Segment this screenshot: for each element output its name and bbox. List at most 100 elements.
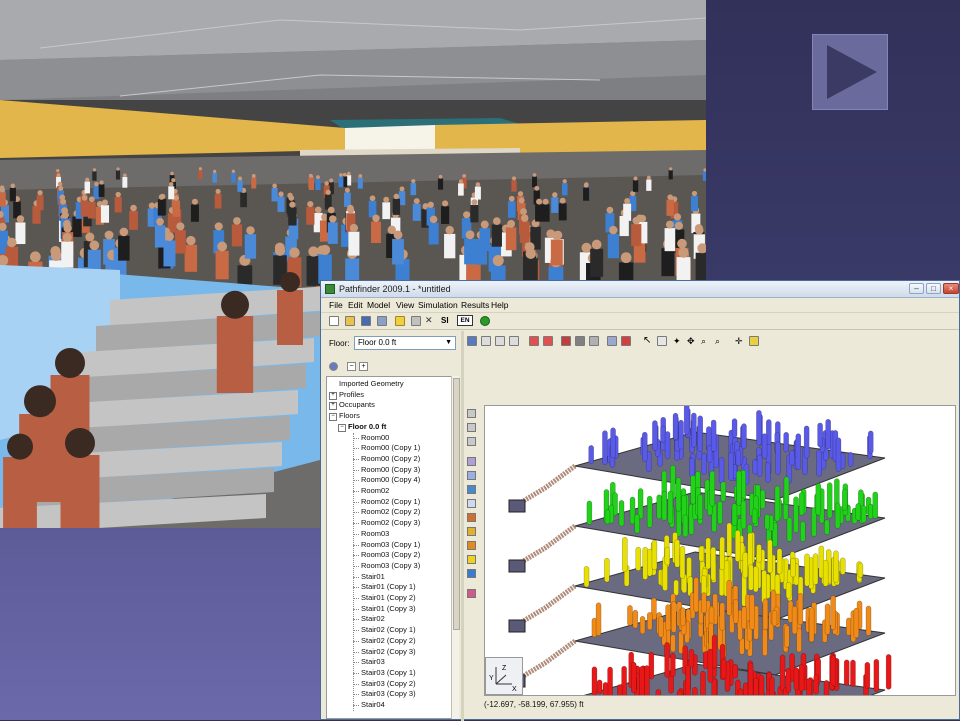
zoom-extents-icon[interactable] xyxy=(749,336,759,346)
tree-item[interactable]: Room00 (Copy 4) xyxy=(361,475,420,484)
room-shape-icon[interactable] xyxy=(467,457,476,466)
save-icon[interactable] xyxy=(361,316,371,326)
expand-toggle-icon[interactable]: + xyxy=(329,402,337,411)
view-top-icon[interactable] xyxy=(481,336,491,346)
occupant-view-icon[interactable] xyxy=(607,336,617,346)
tree-item[interactable]: Room02 (Copy 3) xyxy=(361,518,420,527)
mirror-tool-icon[interactable] xyxy=(467,437,476,446)
group-icon[interactable] xyxy=(467,569,476,578)
tree-item[interactable]: Room00 (Copy 3) xyxy=(361,465,420,474)
filter-icon[interactable] xyxy=(329,362,338,371)
select-cursor-icon[interactable]: ↖ xyxy=(643,336,653,346)
thin-wall-icon[interactable] xyxy=(467,485,476,494)
run-simulation-icon[interactable] xyxy=(480,316,490,326)
tree-item[interactable]: Stair01 (Copy 2) xyxy=(361,593,416,602)
render-mode-icon[interactable] xyxy=(575,336,585,346)
menu-view[interactable]: View xyxy=(396,300,414,310)
redo-icon[interactable] xyxy=(411,316,421,326)
menu-model[interactable]: Model xyxy=(367,300,390,310)
play-button[interactable] xyxy=(812,34,888,110)
rect-room-icon[interactable] xyxy=(467,471,476,480)
close-button[interactable]: × xyxy=(943,283,959,294)
new-file-icon[interactable] xyxy=(329,316,339,326)
menu-edit[interactable]: Edit xyxy=(348,300,363,310)
tree-item[interactable]: Stair03 xyxy=(361,657,385,666)
en-units-button[interactable]: EN xyxy=(457,315,473,326)
tree-item[interactable]: Stair01 (Copy 3) xyxy=(361,604,416,613)
menu-results[interactable]: Results xyxy=(461,300,489,310)
delete-icon[interactable]: ✕ xyxy=(425,316,435,326)
orbit-icon[interactable] xyxy=(657,336,667,346)
occupant-icon[interactable] xyxy=(467,527,476,536)
expand-toggle-icon[interactable]: − xyxy=(329,413,337,422)
walk-icon[interactable]: ✦ xyxy=(673,336,683,346)
wall-tool-icon[interactable] xyxy=(529,336,539,346)
expand-all-icon[interactable]: + xyxy=(359,362,368,371)
import-icon[interactable] xyxy=(377,316,387,326)
tree-scrollbar[interactable] xyxy=(451,376,460,719)
expand-toggle-icon[interactable] xyxy=(329,381,335,387)
wireframe-icon[interactable] xyxy=(589,336,599,346)
tree-item[interactable]: Occupants xyxy=(339,400,375,409)
tree-item[interactable]: Room00 (Copy 2) xyxy=(361,454,420,463)
tree-item[interactable]: Room03 (Copy 1) xyxy=(361,540,420,549)
floor-select[interactable]: Floor 0.0 ft ▼ xyxy=(354,336,456,350)
profile-view-icon[interactable] xyxy=(621,336,631,346)
move-tool-icon[interactable] xyxy=(467,409,476,418)
view-side-icon[interactable] xyxy=(509,336,519,346)
panel-splitter[interactable] xyxy=(461,331,464,721)
zoom-box-icon[interactable]: ⌕ xyxy=(715,336,725,346)
crowd-person-head xyxy=(646,175,651,180)
3d-viewport[interactable]: Z Y X xyxy=(484,405,956,696)
tree-item[interactable]: Profiles xyxy=(339,390,364,399)
door-tool-icon[interactable] xyxy=(561,336,571,346)
scrollbar-thumb[interactable] xyxy=(453,378,460,630)
tree-item[interactable]: Room02 xyxy=(361,486,389,495)
tree-item[interactable]: Stair03 (Copy 3) xyxy=(361,689,416,698)
crowd-person-head xyxy=(122,173,127,178)
room-tool-icon[interactable] xyxy=(543,336,553,346)
tree-item[interactable]: Room00 (Copy 1) xyxy=(361,443,420,452)
tree-item[interactable]: Room02 (Copy 2) xyxy=(361,507,420,516)
si-units-button[interactable]: SI xyxy=(441,316,449,325)
expand-toggle-icon[interactable]: − xyxy=(338,423,346,432)
tree-item[interactable]: Stair03 (Copy 1) xyxy=(361,668,416,677)
open-folder-icon[interactable] xyxy=(345,316,355,326)
menu-file[interactable]: File xyxy=(329,300,343,310)
tree-item[interactable]: Stair04 xyxy=(361,700,385,709)
zoom-icon[interactable]: ⌕ xyxy=(701,336,711,346)
undo-icon[interactable] xyxy=(395,316,405,326)
tree-item[interactable]: Floors xyxy=(339,411,360,420)
tree-item[interactable]: Room02 (Copy 1) xyxy=(361,497,420,506)
pan-icon[interactable]: ✥ xyxy=(687,336,697,346)
measure-icon[interactable] xyxy=(467,589,476,598)
rotate-tool-icon[interactable] xyxy=(467,423,476,432)
tree-item[interactable]: Stair02 (Copy 1) xyxy=(361,625,416,634)
tree-item[interactable]: Stair02 xyxy=(361,614,385,623)
tree-item[interactable]: Room03 xyxy=(361,529,389,538)
view-front-icon[interactable] xyxy=(495,336,505,346)
occupant-add-icon[interactable] xyxy=(467,555,476,564)
tree-item[interactable]: Stair03 (Copy 2) xyxy=(361,679,416,688)
tree-item[interactable]: Stair01 (Copy 1) xyxy=(361,582,416,591)
tree-item[interactable]: Room03 (Copy 2) xyxy=(361,550,420,559)
menu-help[interactable]: Help xyxy=(491,300,508,310)
tree-item[interactable]: Stair02 (Copy 2) xyxy=(361,636,416,645)
minimize-button[interactable]: – xyxy=(909,283,924,294)
tree-item[interactable]: Room03 (Copy 3) xyxy=(361,561,420,570)
menu-simulation[interactable]: Simulation xyxy=(418,300,458,310)
maximize-button[interactable]: □ xyxy=(926,283,941,294)
title-bar[interactable]: Pathfinder 2009.1 - *untitled – □ × xyxy=(321,281,959,298)
tree-item[interactable]: Stair02 (Copy 3) xyxy=(361,647,416,656)
tree-item[interactable]: Floor 0.0 ft xyxy=(348,422,386,431)
center-icon[interactable]: ✛ xyxy=(735,336,745,346)
door-icon[interactable] xyxy=(467,499,476,508)
view-iso-icon[interactable] xyxy=(467,336,477,346)
tree-item[interactable]: Stair01 xyxy=(361,572,385,581)
stair-icon[interactable] xyxy=(467,513,476,522)
tree-item[interactable]: Room00 xyxy=(361,433,389,442)
expand-toggle-icon[interactable]: + xyxy=(329,391,337,400)
occupants-box-icon[interactable] xyxy=(467,541,476,550)
tree-item[interactable]: Imported Geometry xyxy=(339,379,404,388)
collapse-all-icon[interactable]: − xyxy=(347,362,356,371)
